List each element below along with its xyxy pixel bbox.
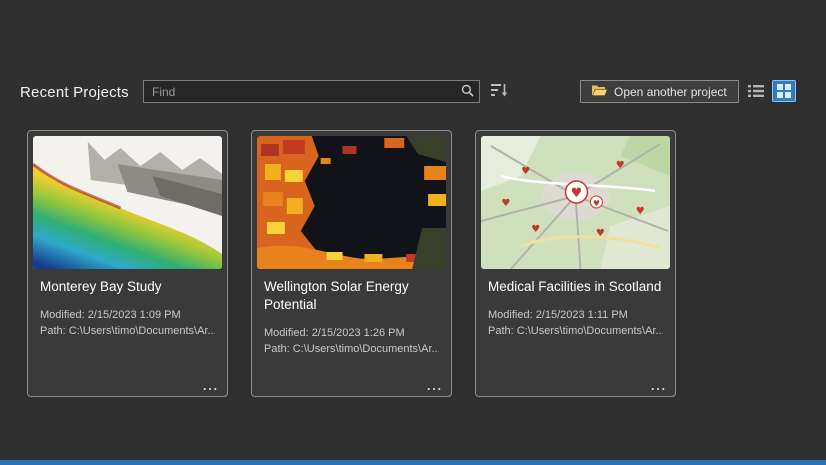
project-title: Wellington Solar Energy Potential bbox=[264, 278, 439, 314]
list-view-button[interactable] bbox=[746, 83, 766, 101]
bottom-taskbar-strip bbox=[0, 460, 826, 465]
grid-view-icon bbox=[777, 84, 791, 98]
project-title: Monterey Bay Study bbox=[40, 278, 215, 296]
card-menu-button[interactable]: … bbox=[426, 375, 443, 394]
svg-text:♥: ♥ bbox=[596, 228, 605, 239]
svg-text:♥: ♥ bbox=[616, 160, 625, 171]
open-another-project-button[interactable]: Open another project bbox=[580, 80, 739, 103]
project-title: Medical Facilities in Scotland bbox=[488, 278, 663, 296]
svg-text:♥: ♥ bbox=[636, 206, 645, 217]
svg-text:♥: ♥ bbox=[521, 166, 530, 177]
project-thumbnail: ♥ ♥ ♥ ♥ ♥ ♥ ♥ ♥ bbox=[481, 136, 670, 269]
svg-text:♥: ♥ bbox=[593, 199, 600, 208]
grid-view-button[interactable] bbox=[772, 80, 796, 102]
page-title: Recent Projects bbox=[20, 84, 129, 101]
project-card-scotland[interactable]: ♥ ♥ ♥ ♥ ♥ ♥ ♥ ♥ Medical Facilities in Sc… bbox=[475, 130, 676, 397]
project-modified: Modified: 2/15/2023 1:09 PM bbox=[40, 309, 215, 321]
svg-text:♥: ♥ bbox=[531, 224, 540, 235]
find-box[interactable] bbox=[143, 80, 480, 103]
project-card-monterey[interactable]: Monterey Bay Study Modified: 2/15/2023 1… bbox=[27, 130, 228, 397]
project-path: Path: C:\Users\timo\Documents\Ar... bbox=[488, 325, 663, 337]
project-thumbnail bbox=[257, 136, 446, 269]
project-modified: Modified: 2/15/2023 1:26 PM bbox=[264, 327, 439, 339]
card-menu-button[interactable]: … bbox=[650, 375, 667, 394]
sort-icon bbox=[491, 83, 508, 101]
search-input[interactable] bbox=[144, 81, 455, 102]
recent-projects-grid: Monterey Bay Study Modified: 2/15/2023 1… bbox=[27, 130, 676, 397]
project-card-wellington[interactable]: Wellington Solar Energy Potential Modifi… bbox=[251, 130, 452, 397]
search-button[interactable] bbox=[455, 81, 479, 102]
list-view-icon bbox=[748, 84, 764, 101]
open-another-project-label: Open another project bbox=[614, 85, 727, 99]
project-modified: Modified: 2/15/2023 1:11 PM bbox=[488, 309, 663, 321]
sort-button[interactable] bbox=[488, 81, 510, 103]
svg-text:♥: ♥ bbox=[571, 186, 583, 201]
project-path: Path: C:\Users\timo\Documents\Ar... bbox=[40, 325, 215, 337]
project-thumbnail bbox=[33, 136, 222, 269]
card-menu-button[interactable]: … bbox=[202, 375, 219, 394]
folder-icon bbox=[592, 84, 607, 99]
svg-text:♥: ♥ bbox=[501, 198, 510, 209]
project-path: Path: C:\Users\timo\Documents\Ar... bbox=[264, 343, 439, 355]
search-icon bbox=[461, 84, 474, 100]
